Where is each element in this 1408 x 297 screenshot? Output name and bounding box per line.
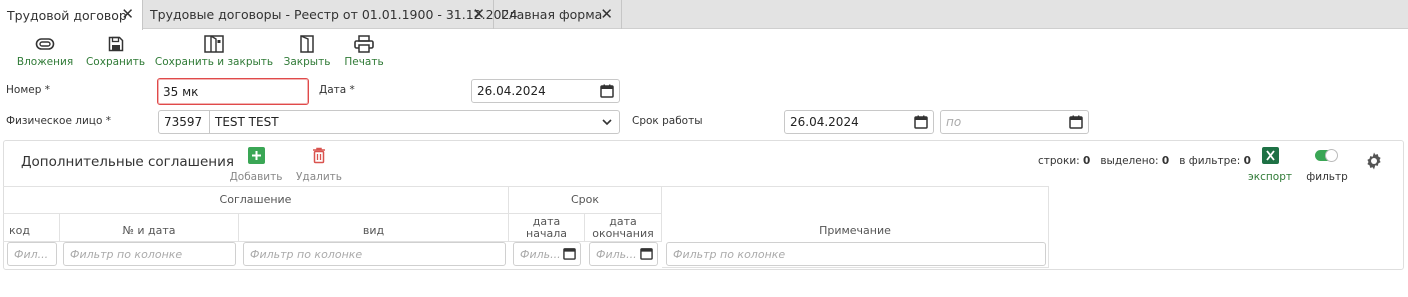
agreements-title: Дополнительные соглашения xyxy=(21,154,235,170)
filter-num-date-input[interactable]: Фильтр по колонке xyxy=(63,242,236,266)
delete-button[interactable]: Удалить xyxy=(296,147,342,183)
calendar-icon[interactable] xyxy=(563,247,576,263)
close-button[interactable]: Закрыть xyxy=(284,34,330,68)
gear-icon[interactable] xyxy=(1365,152,1383,174)
attachments-button[interactable]: Вложения xyxy=(17,34,73,68)
grid-stats: строки: 0 выделено: 0 в фильтре: 0 xyxy=(1038,155,1251,167)
filter-start-input[interactable]: Филь... xyxy=(513,242,581,266)
filter-code-input[interactable]: Фил... xyxy=(7,242,57,266)
col-start-header[interactable]: дата начала xyxy=(509,214,585,242)
col-num-date-header[interactable]: № и дата xyxy=(60,214,239,242)
export-button[interactable]: экспорт xyxy=(1248,147,1292,183)
tab-labor-contract[interactable]: Трудовой договор ✕ xyxy=(0,0,143,30)
printer-icon xyxy=(354,34,374,54)
person-name: TEST TEST xyxy=(215,115,279,129)
tab-label: Главная форма xyxy=(501,7,603,22)
save-button[interactable]: Сохранить xyxy=(86,34,145,68)
person-label: Физическое лицо * xyxy=(6,115,111,127)
floppy-disk-icon xyxy=(108,34,124,54)
col-code-header[interactable]: код xyxy=(3,214,60,242)
col-end-header[interactable]: дата окончания xyxy=(585,214,662,242)
close-icon[interactable]: ✕ xyxy=(121,6,134,22)
filter-end-input[interactable]: Филь... xyxy=(589,242,658,266)
tab-label: Трудовой договор xyxy=(7,7,127,23)
group-term-header: Срок xyxy=(509,186,662,214)
trash-icon xyxy=(312,147,326,168)
number-label: Номер * xyxy=(6,84,50,96)
tab-bar: Трудовой договор ✕ Трудовые договоры - Р… xyxy=(0,0,1408,30)
chevron-down-icon[interactable] xyxy=(601,116,613,131)
save-and-close-button[interactable]: Сохранить и закрыть xyxy=(155,34,273,68)
col-type-header[interactable]: вид xyxy=(239,214,509,242)
print-button[interactable]: Печать xyxy=(344,34,384,68)
excel-icon xyxy=(1261,147,1279,168)
filter-toggle[interactable]: фильтр xyxy=(1306,147,1348,183)
tab-label: Трудовые договоры - Реестр от 01.01.1900… xyxy=(150,7,518,22)
close-icon[interactable]: ✕ xyxy=(472,6,485,22)
close-icon[interactable]: ✕ xyxy=(600,6,613,22)
term-to-input[interactable]: по xyxy=(940,110,1089,134)
date-label: Дата * xyxy=(319,84,355,96)
door-icon xyxy=(300,34,314,54)
toggle-switch-icon xyxy=(1315,147,1339,168)
person-code: 73597 xyxy=(159,111,210,133)
calendar-icon[interactable] xyxy=(914,115,928,132)
filter-type-input[interactable]: Фильтр по колонке xyxy=(243,242,506,266)
calendar-icon[interactable] xyxy=(640,247,653,263)
calendar-icon[interactable] xyxy=(1069,115,1083,132)
person-select[interactable]: 73597 TEST TEST xyxy=(158,110,620,134)
paperclip-icon xyxy=(35,34,55,54)
tab-main-form[interactable]: Главная форма ✕ xyxy=(494,0,622,29)
calendar-icon[interactable] xyxy=(600,84,614,101)
plus-icon xyxy=(247,147,265,168)
save-close-icon xyxy=(204,34,224,54)
term-label: Срок работы xyxy=(632,115,703,127)
filter-note-input[interactable]: Фильтр по колонке xyxy=(666,242,1046,266)
tab-contracts-registry[interactable]: Трудовые договоры - Реестр от 01.01.1900… xyxy=(143,0,517,29)
date-input[interactable]: 26.04.2024 xyxy=(471,79,620,103)
group-agreement-header: Соглашение xyxy=(3,186,509,214)
add-button[interactable]: Добавить xyxy=(230,147,282,183)
term-from-input[interactable]: 26.04.2024 xyxy=(784,110,934,134)
number-input[interactable]: 35 мк xyxy=(157,78,309,105)
